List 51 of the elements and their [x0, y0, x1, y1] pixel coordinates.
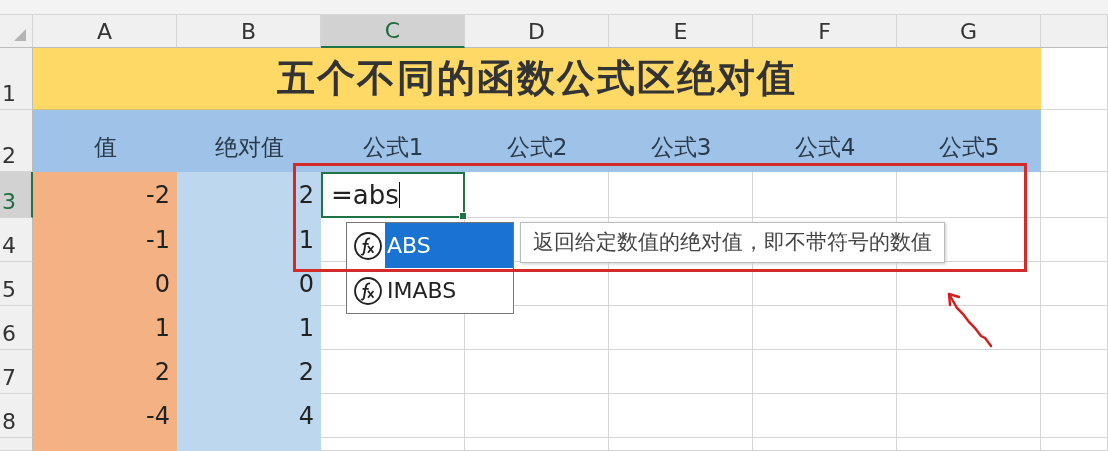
table-cell: 2	[33, 350, 177, 394]
row-header[interactable]: 1	[0, 48, 33, 110]
table-header: 公式4	[753, 110, 897, 172]
table-header: 公式1	[321, 110, 465, 172]
table-cell: -4	[33, 394, 177, 438]
column-header[interactable]: A	[33, 15, 177, 48]
column-header[interactable]: E	[609, 15, 753, 48]
column-header[interactable]	[1041, 15, 1108, 48]
table-header: 公式2	[465, 110, 609, 172]
table-header: 公式3	[609, 110, 753, 172]
row-header[interactable]: 6	[0, 306, 33, 350]
title-cell: 五个不同的函数公式区绝对值	[33, 48, 1041, 110]
table-cell: -2	[33, 172, 177, 218]
empty-cell	[1041, 306, 1108, 350]
row-header[interactable]: 7	[0, 350, 33, 394]
row-header[interactable]: 8	[0, 394, 33, 438]
empty-cell	[1041, 438, 1108, 451]
table-header: 公式5	[897, 110, 1041, 172]
cell-input-field[interactable]: =abs	[321, 172, 465, 218]
table-cell: 2	[177, 350, 321, 394]
table-cell: 2	[177, 172, 321, 218]
empty-cell	[1041, 262, 1108, 306]
table-cell: 0	[33, 262, 177, 306]
column-header[interactable]: G	[897, 15, 1041, 48]
table-cell: 1	[177, 218, 321, 262]
table-header: 绝对值	[177, 110, 321, 172]
table-cell: -1	[33, 218, 177, 262]
table-cell: 0	[177, 262, 321, 306]
column-header[interactable]: F	[753, 15, 897, 48]
table-cell: 1	[33, 306, 177, 350]
function-icon	[353, 275, 383, 306]
row-header[interactable]: 5	[0, 262, 33, 306]
column-header[interactable]: C	[321, 15, 465, 48]
column-header[interactable]: D	[465, 15, 609, 48]
table-cell: 1	[177, 306, 321, 350]
column-header[interactable]: B	[177, 15, 321, 48]
empty-cell	[1041, 394, 1108, 438]
empty-cell	[1041, 350, 1108, 394]
row-header[interactable]: 4	[0, 218, 33, 262]
select-all-icon[interactable]	[12, 27, 28, 43]
table-cell: 4	[177, 394, 321, 438]
empty-cell	[1041, 172, 1108, 218]
empty-cell	[1041, 218, 1108, 262]
table-header: 值	[33, 110, 177, 172]
function-tooltip: 返回给定数值的绝对值，即不带符号的数值	[520, 222, 945, 263]
function-icon	[353, 230, 383, 261]
annotation-arrow	[945, 290, 995, 350]
row-header[interactable]: 3	[0, 172, 33, 218]
row-header[interactable]: 2	[0, 110, 33, 172]
autocomplete-item[interactable]: IMABS	[347, 268, 513, 313]
row-header[interactable]	[0, 438, 33, 451]
